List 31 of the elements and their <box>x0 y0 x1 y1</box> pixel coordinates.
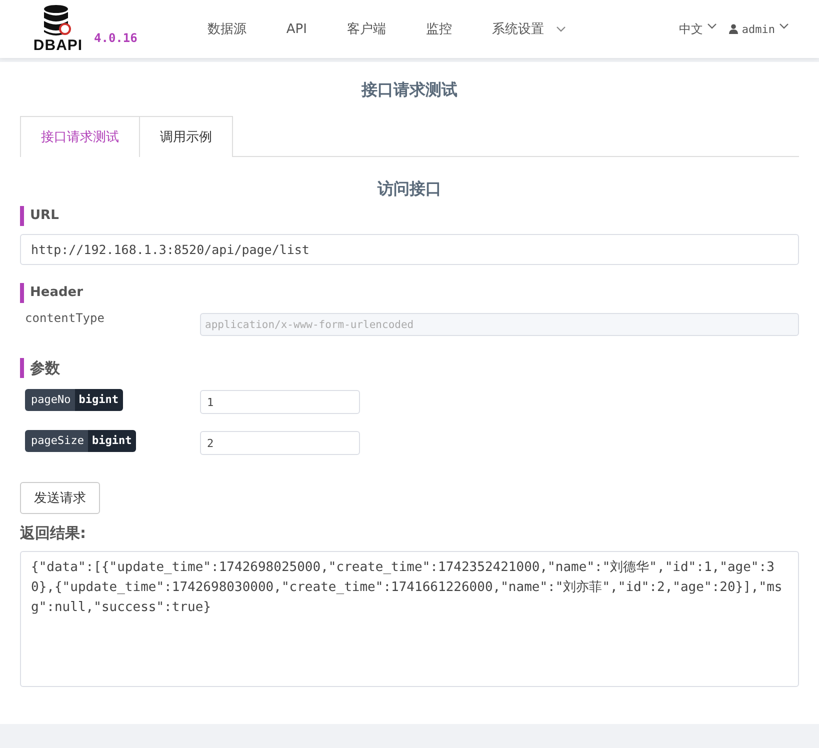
version-label: 4.0.16 <box>94 31 138 45</box>
chevron-down-icon <box>706 23 717 29</box>
header-name: contentType <box>25 311 106 325</box>
param-value-field[interactable]: 1 <box>200 390 360 414</box>
tab[interactable]: 调用示例 <box>140 116 233 157</box>
page-title: 接口请求测试 <box>360 79 458 101</box>
section-heading: URL <box>20 206 799 226</box>
result-textarea[interactable]: {"data":[{"update_time":1742698025000,"create_time":1742352421000,"name":"刘德华","id":1,"age":30},{"update_time":1742698030000,"create_time":1741661226000,"name":"刘亦菲","id":2,"age":20}],"msg":null,"success":true} <box>20 551 799 687</box>
nav-item[interactable]: 数据源 <box>207 20 246 38</box>
nav-item[interactable]: 客户端 <box>346 20 386 38</box>
chevron-down-icon <box>779 23 789 29</box>
language-menu[interactable]: 中文 <box>678 20 703 38</box>
nav-item[interactable]: 系统设置 <box>492 20 566 38</box>
param-type: bigint <box>74 389 122 411</box>
param-name: pageSize <box>25 430 88 452</box>
url-field[interactable]: http://192.168.1.3:8520/api/page/list <box>20 234 799 265</box>
param-value-field[interactable]: 2 <box>200 431 360 455</box>
result-heading: 返回结果: <box>20 524 87 543</box>
section-title: 访问接口 <box>376 179 442 200</box>
nav-item[interactable]: API <box>286 20 307 38</box>
user-icon <box>728 24 738 34</box>
param-type: bigint <box>88 430 136 452</box>
logo-text: DBAPI <box>33 38 83 54</box>
send-request-button[interactable]: 发送请求 <box>20 482 100 514</box>
nav-item[interactable]: 监控 <box>426 20 452 38</box>
section-heading: Header <box>20 283 799 303</box>
header-value-field: application/x-www-form-urlencoded <box>200 313 799 336</box>
section-heading: 参数 <box>20 358 799 378</box>
user-menu[interactable]: admin <box>742 22 775 36</box>
param-name: pageNo <box>25 389 75 411</box>
tab[interactable]: 接口请求测试 <box>20 116 140 157</box>
